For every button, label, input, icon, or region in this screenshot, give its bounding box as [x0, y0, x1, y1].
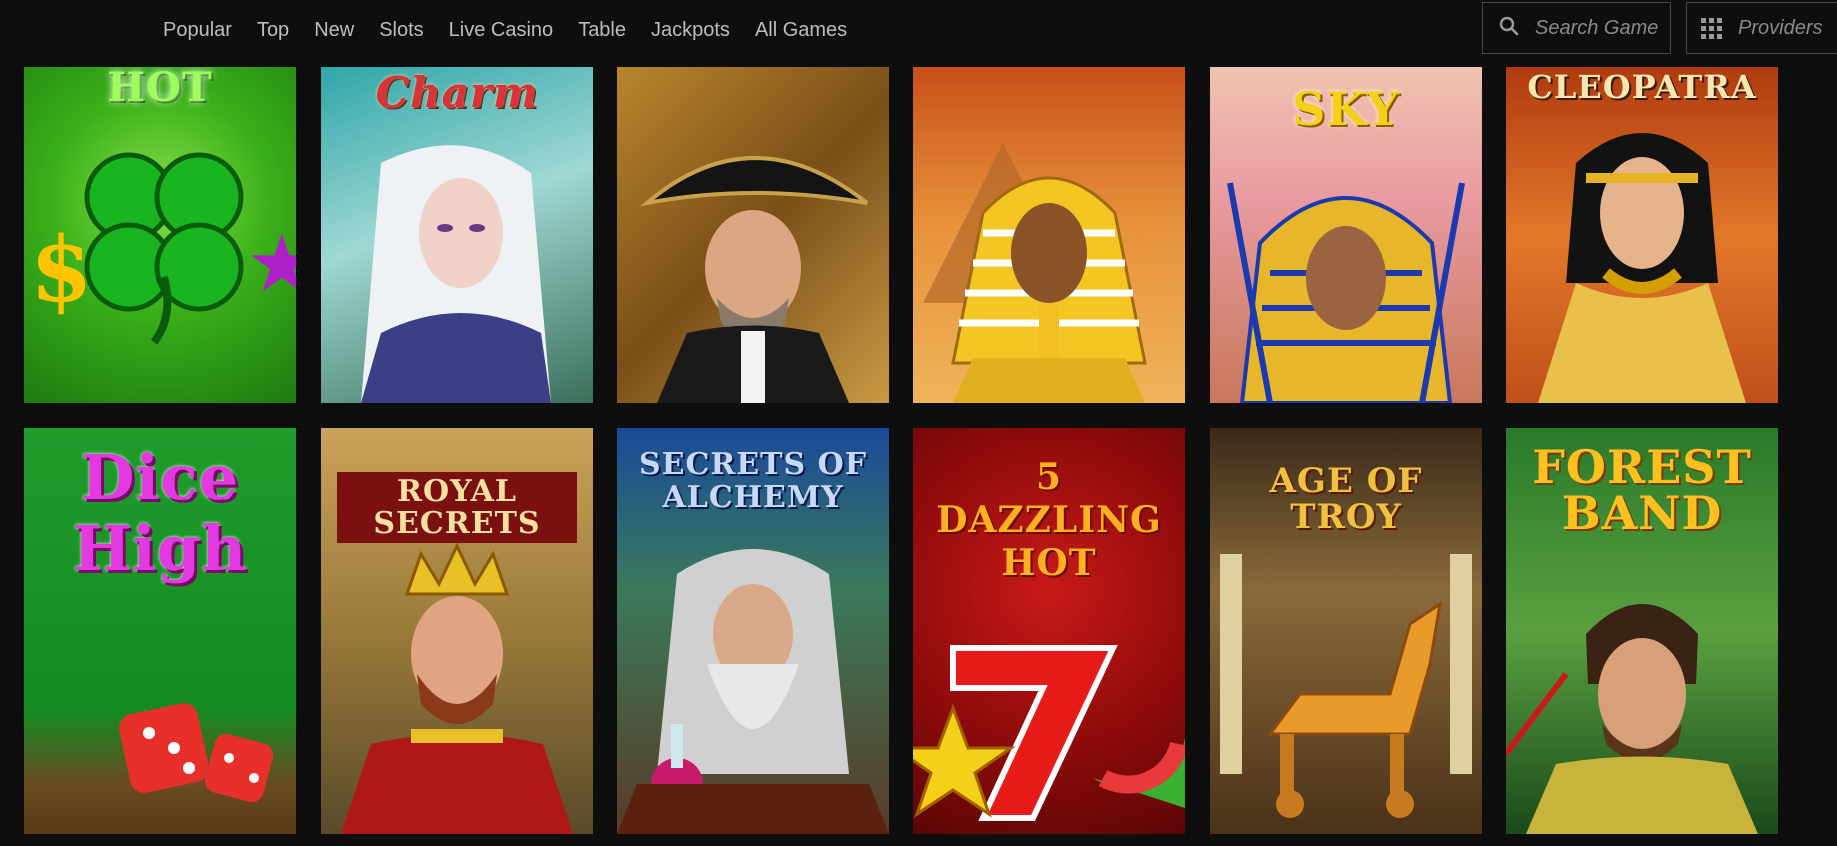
game-tile-forest-band[interactable]: FOREST BAND	[1506, 428, 1778, 834]
wizard-illustration	[617, 544, 889, 834]
game-title: SECRETS OF ALCHEMY	[638, 447, 868, 515]
nav-table[interactable]: Table	[578, 19, 626, 42]
grid-icon	[1701, 17, 1722, 39]
seven-icon	[913, 578, 1185, 834]
pharaoh-illustration	[1210, 143, 1482, 403]
trojan-horse-illustration	[1210, 534, 1482, 834]
game-title: SKY	[1292, 82, 1400, 136]
game-tile-sky[interactable]: SKY	[1210, 67, 1482, 403]
nav-new[interactable]: New	[314, 19, 354, 42]
game-title: FOREST BAND	[1532, 440, 1752, 540]
cleopatra-illustration	[1506, 113, 1778, 403]
nav-slots[interactable]: Slots	[379, 19, 423, 42]
pharaoh-illustration	[913, 103, 1185, 403]
nav-top[interactable]: Top	[257, 19, 289, 42]
game-tile-hot[interactable]: HOT ★ $	[24, 67, 296, 403]
game-tile-age-of-troy[interactable]: AGE OF TROY	[1210, 428, 1482, 834]
star-icon: ★	[246, 219, 296, 308]
nav-popular[interactable]: Popular	[163, 19, 232, 42]
game-title: AGE OF TROY	[1269, 461, 1423, 537]
top-bar: Popular Top New Slots Live Casino Table …	[0, 0, 1837, 60]
game-tile-dice-high[interactable]: Dice High	[24, 428, 296, 834]
game-title: CLEOPATRA	[1527, 68, 1757, 106]
nav-jackpots[interactable]: Jackpots	[651, 19, 730, 42]
game-title: 5 DAZZLING HOT	[936, 456, 1162, 585]
sorceress-illustration	[321, 133, 593, 403]
providers-button[interactable]: Providers	[1686, 2, 1837, 54]
game-title: Dice High	[72, 441, 248, 586]
dice-icon	[114, 688, 284, 813]
game-tile-cleopatra[interactable]: CLEOPATRA	[1506, 67, 1778, 403]
nav-live-casino[interactable]: Live Casino	[449, 19, 554, 42]
captain-illustration	[617, 103, 889, 403]
nav-all-games[interactable]: All Games	[755, 19, 847, 42]
game-title: HOT	[107, 67, 213, 111]
dollar-icon: $	[30, 217, 93, 323]
category-nav: Popular Top New Slots Live Casino Table …	[163, 0, 872, 60]
search-input[interactable]	[1533, 15, 1667, 41]
game-tile-charm[interactable]: Charm	[321, 67, 593, 403]
search-box[interactable]	[1482, 2, 1671, 54]
archer-illustration	[1506, 574, 1778, 834]
game-title: Charm	[375, 68, 539, 117]
game-tile-5-dazzling-hot[interactable]: 5 DAZZLING HOT	[913, 428, 1185, 834]
game-title: ROYAL SECRETS	[337, 472, 577, 543]
providers-label: Providers	[1738, 16, 1823, 39]
clover-icon	[64, 127, 264, 352]
game-tile-captain[interactable]	[617, 67, 889, 403]
king-illustration	[321, 534, 593, 834]
game-tile-secrets-of-alchemy[interactable]: SECRETS OF ALCHEMY	[617, 428, 889, 834]
game-tile-pharaoh[interactable]	[913, 67, 1185, 403]
search-icon	[1499, 16, 1519, 41]
game-tile-royal-secrets[interactable]: ROYAL SECRETS	[321, 428, 593, 834]
